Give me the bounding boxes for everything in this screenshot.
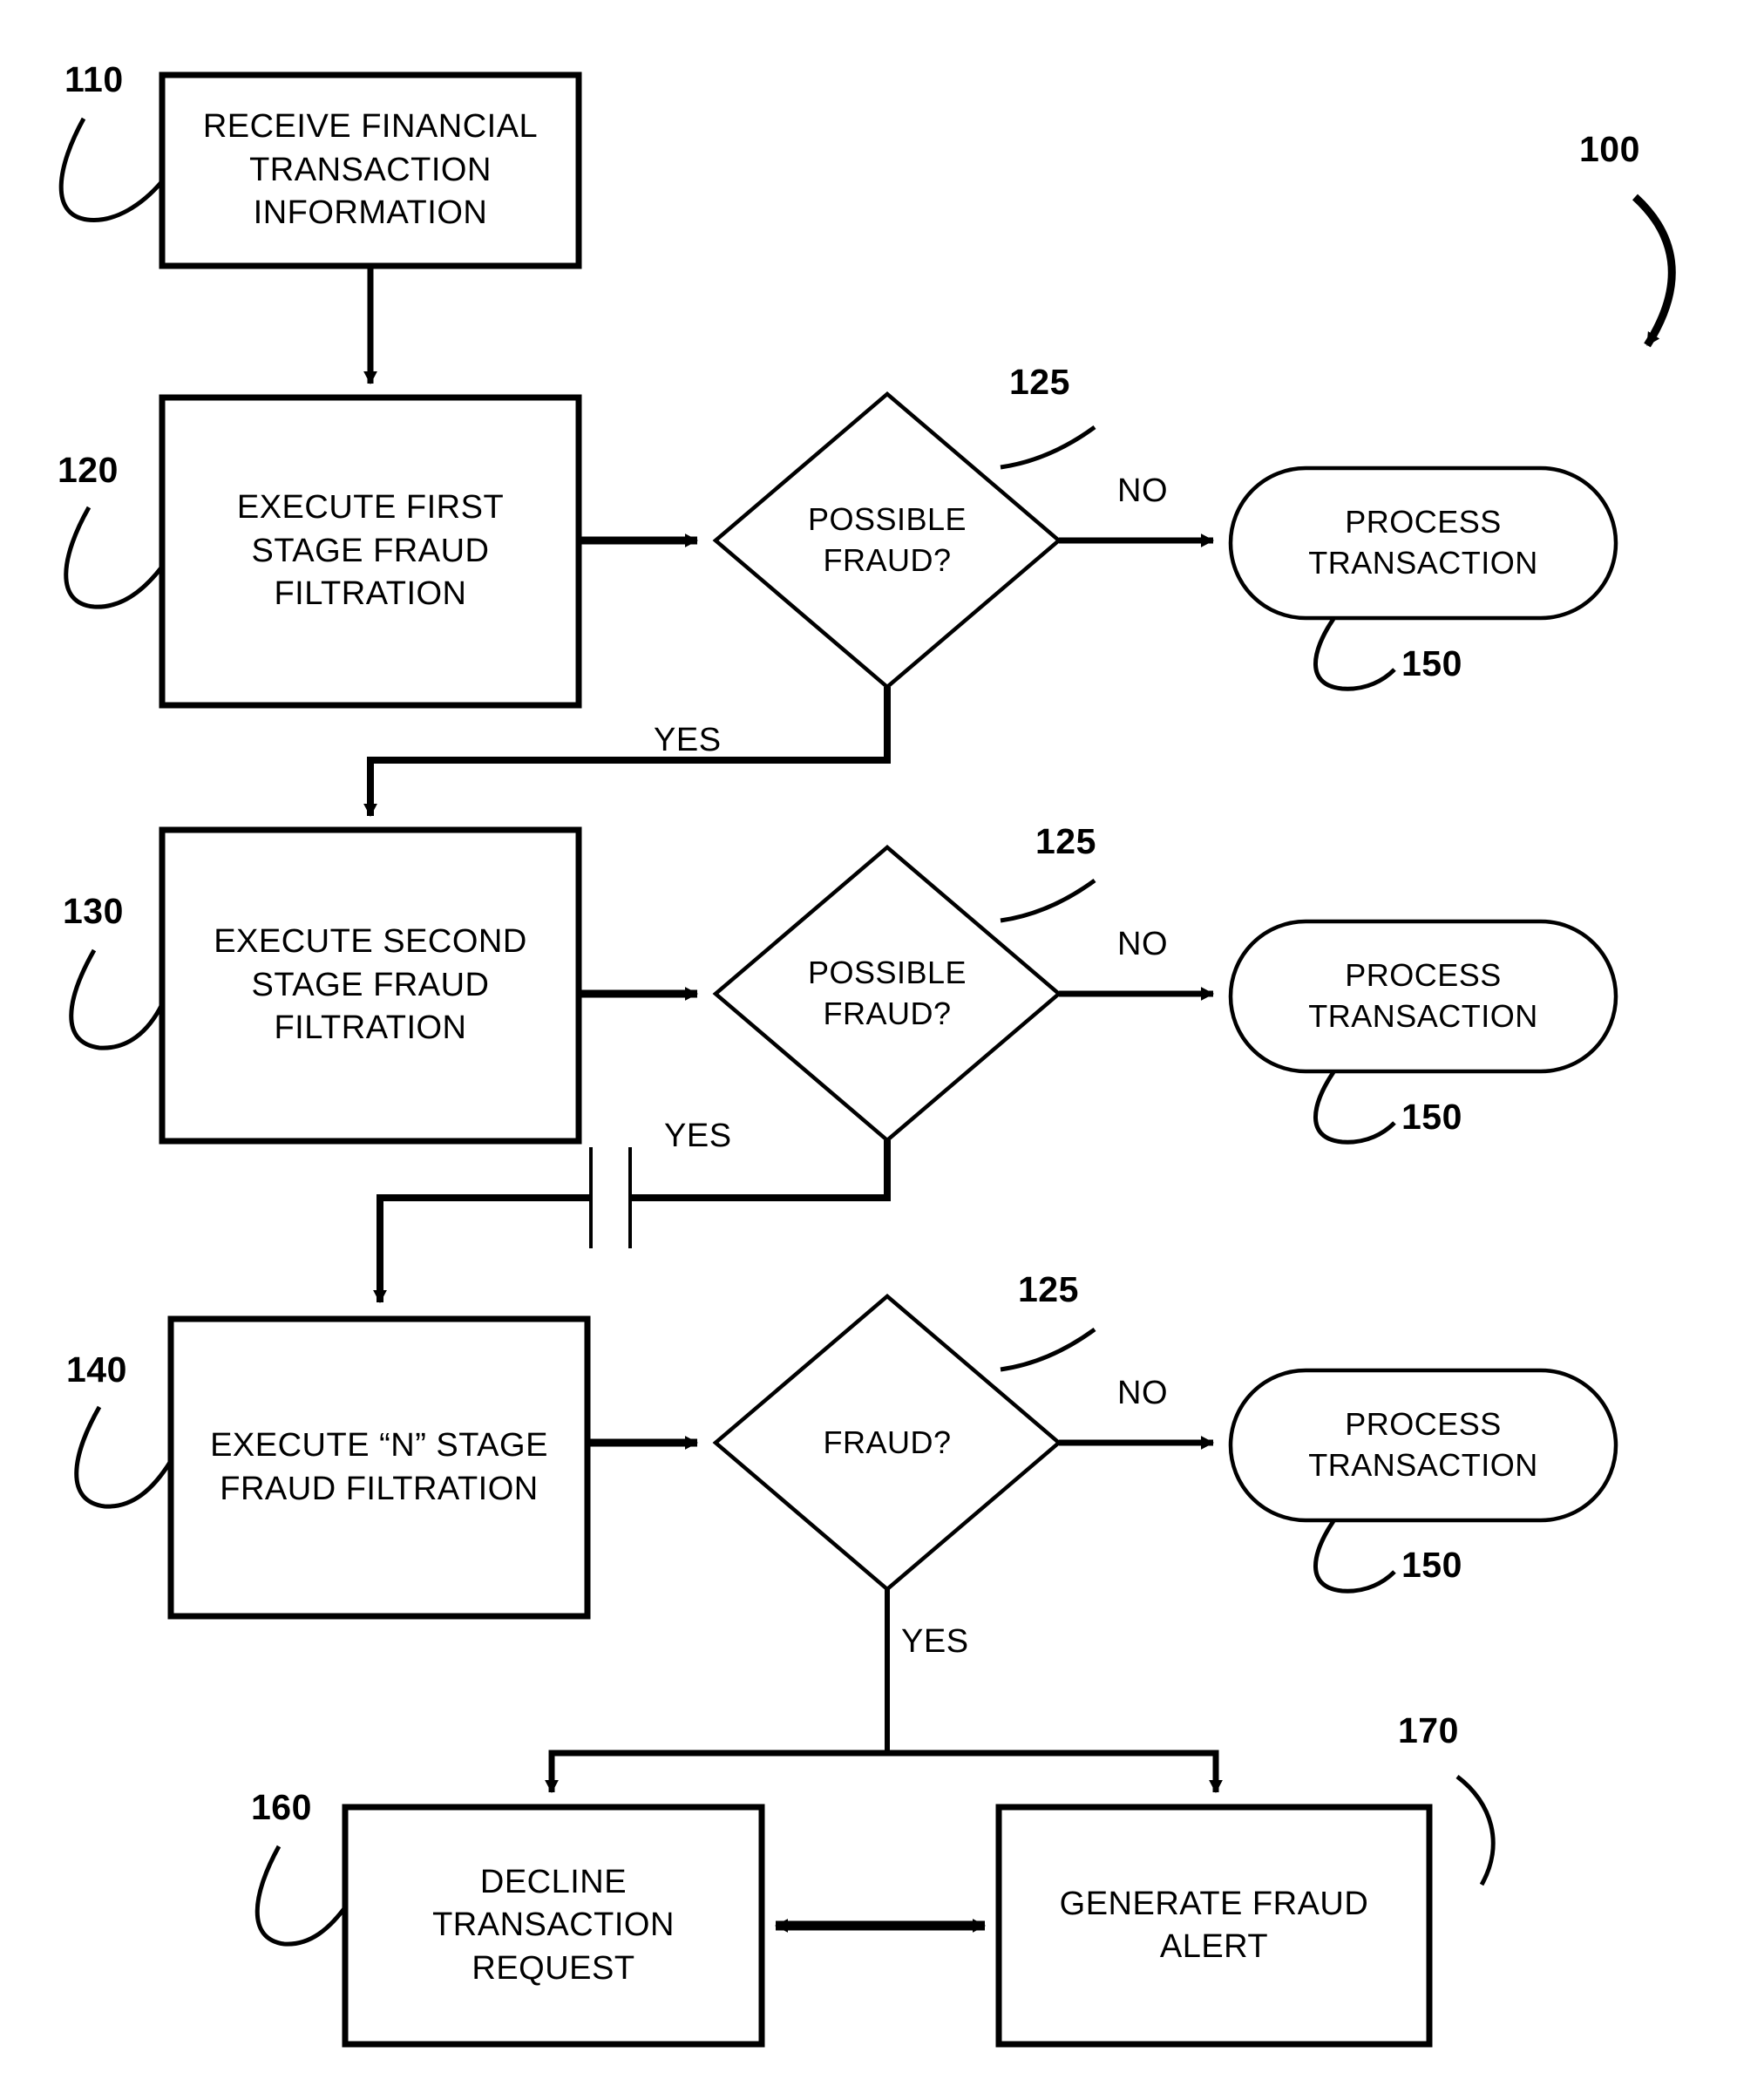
edge-yes-to-decline (545, 1750, 887, 1793)
edge-label-no-1: NO (1117, 472, 1168, 509)
ref-number-figure-100: 100 (1579, 129, 1640, 169)
leader-140 (74, 1405, 173, 1509)
node-decision2-shape (712, 845, 1062, 1143)
edge-label-yes-3: YES (901, 1623, 969, 1660)
ref-number-125-3: 125 (1018, 1269, 1079, 1309)
ref-number-150-3: 150 (1401, 1545, 1462, 1585)
patent-flowchart-figure: RECEIVE FINANCIAL TRANSACTION INFORMATION … (0, 0, 1764, 2100)
leader-120 (64, 506, 164, 609)
node-alert-shape (995, 1804, 1433, 2048)
edge-label-no-2: NO (1117, 926, 1168, 962)
leader-125-3 (1000, 1327, 1096, 1372)
node-stage1-shape (159, 394, 582, 709)
ref-number-125-2: 125 (1035, 821, 1096, 861)
leader-150-1 (1313, 617, 1396, 691)
leader-130 (69, 948, 165, 1050)
node-process3-shape (1228, 1368, 1618, 1523)
leader-125-1 (1000, 425, 1096, 470)
ref-number-170: 170 (1398, 1710, 1459, 1750)
node-stage2-shape (159, 826, 582, 1145)
ref-number-120: 120 (58, 450, 119, 490)
ref-number-150-2: 150 (1401, 1097, 1462, 1137)
flowchart-canvas (58, 71, 1676, 2048)
node-process1-shape (1228, 466, 1618, 621)
node-decision3-shape (712, 1294, 1062, 1592)
edge-decision2-yes-to-stageN-left (373, 1194, 591, 1303)
node-decline-shape (342, 1804, 765, 2048)
edge-yes-to-alert (887, 1750, 1223, 1793)
edge-label-no-3: NO (1117, 1375, 1168, 1411)
node-receive-shape (159, 71, 582, 269)
edge-label-yes-2: YES (664, 1118, 732, 1154)
node-stageN-shape (167, 1315, 591, 1620)
leader-110 (58, 117, 164, 222)
node-decision1-shape (712, 391, 1062, 690)
ref-number-130: 130 (63, 891, 124, 931)
ref-number-125-1: 125 (1009, 362, 1070, 402)
leader-150-3 (1313, 1519, 1396, 1594)
node-process2-shape (1228, 919, 1618, 1074)
leader-150-2 (1313, 1070, 1396, 1145)
ref-number-160: 160 (251, 1787, 312, 1827)
leader-170 (1455, 1775, 1496, 1886)
ref-number-140: 140 (66, 1349, 127, 1390)
leader-125-2 (1000, 878, 1096, 923)
ref-number-150-1: 150 (1401, 643, 1462, 683)
leader-fig-100 (1632, 194, 1676, 348)
edge-label-yes-1: YES (654, 722, 722, 758)
leader-160 (254, 1845, 347, 1947)
ref-number-110: 110 (64, 59, 124, 99)
